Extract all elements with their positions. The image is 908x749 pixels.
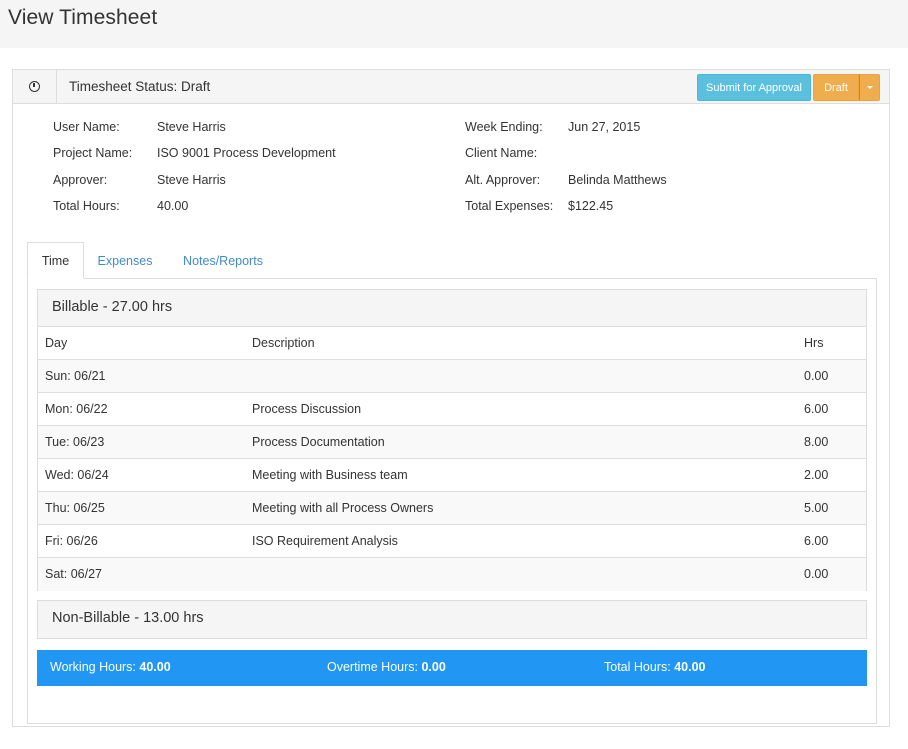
user-name-label: User Name: xyxy=(53,120,120,134)
total-hours-summary-value: 40.00 xyxy=(674,660,706,674)
total-hours-label: Total Hours: xyxy=(53,199,120,213)
column-header-hrs: Hrs xyxy=(804,336,824,350)
row-hrs: 5.00 xyxy=(804,501,829,515)
table-row: Sat: 06/27 0.00 xyxy=(38,558,866,591)
overtime-hours-summary: Overtime Hours: 0.00 xyxy=(327,660,446,674)
working-hours-label: Working Hours: xyxy=(50,660,136,674)
row-hrs: 6.00 xyxy=(804,534,829,548)
timesheet-status: Timesheet Status: Draft xyxy=(69,79,211,94)
tab-notes-reports[interactable]: Notes/Reports xyxy=(173,242,273,279)
column-header-day: Day xyxy=(45,336,68,350)
caret-down-icon xyxy=(866,86,873,89)
client-name-label: Client Name: xyxy=(465,146,538,160)
timesheet-panel: Timesheet Status: Draft Submit for Appro… xyxy=(12,69,890,727)
clock-icon xyxy=(29,81,40,92)
overtime-hours-value: 0.00 xyxy=(421,660,446,674)
non-billable-header[interactable]: Non-Billable - 13.00 hrs xyxy=(38,601,866,638)
total-expenses-label: Total Expenses: xyxy=(465,199,554,213)
user-name-value: Steve Harris xyxy=(157,120,226,134)
row-day: Tue: 06/23 xyxy=(45,435,105,449)
row-description: ISO Requirement Analysis xyxy=(252,534,398,548)
table-row: Thu: 06/25 Meeting with all Process Owne… xyxy=(38,492,866,525)
submit-for-approval-button[interactable]: Submit for Approval xyxy=(697,74,811,101)
status-bar: Timesheet Status: Draft Submit for Appro… xyxy=(13,70,889,104)
billable-title: Billable - 27.00 hrs xyxy=(52,299,173,315)
draft-dropdown-toggle[interactable] xyxy=(859,74,880,101)
week-ending-value: Jun 27, 2015 xyxy=(568,120,641,134)
working-hours-value: 40.00 xyxy=(139,660,171,674)
row-day: Sun: 06/21 xyxy=(45,369,106,383)
alt-approver-label: Alt. Approver: xyxy=(465,173,541,187)
tab-time[interactable]: Time xyxy=(27,242,84,279)
tab-expenses[interactable]: Expenses xyxy=(89,242,161,279)
total-hours-summary: Total Hours: 40.00 xyxy=(604,660,705,674)
row-description: Meeting with Business team xyxy=(252,468,408,482)
row-day: Wed: 06/24 xyxy=(45,468,109,482)
column-header-description: Description xyxy=(252,336,315,350)
row-description: Process Documentation xyxy=(252,435,385,449)
table-row: Tue: 06/23 Process Documentation 8.00 xyxy=(38,426,866,459)
total-hours-value: 40.00 xyxy=(157,199,189,213)
billable-header: Billable - 27.00 hrs xyxy=(38,290,866,327)
project-name-value: ISO 9001 Process Development xyxy=(157,146,336,160)
overtime-hours-label: Overtime Hours: xyxy=(327,660,418,674)
non-billable-section[interactable]: Non-Billable - 13.00 hrs xyxy=(37,600,867,639)
total-expenses-value: $122.45 xyxy=(568,199,614,213)
row-day: Sat: 06/27 xyxy=(45,567,102,581)
row-hrs: 8.00 xyxy=(804,435,829,449)
approver-label: Approver: xyxy=(53,173,108,187)
row-hrs: 6.00 xyxy=(804,402,829,416)
project-name-label: Project Name: xyxy=(53,146,133,160)
week-ending-label: Week Ending: xyxy=(465,120,543,134)
table-row: Sun: 06/21 0.00 xyxy=(38,360,866,393)
billable-section: Billable - 27.00 hrs Day Description Hrs… xyxy=(37,289,867,591)
working-hours-summary: Working Hours: 40.00 xyxy=(50,660,171,674)
approver-value: Steve Harris xyxy=(157,173,226,187)
row-day: Mon: 06/22 xyxy=(45,402,108,416)
table-header-row: Day Description Hrs xyxy=(38,327,866,360)
time-tab-pane: Billable - 27.00 hrs Day Description Hrs… xyxy=(27,278,877,724)
table-row: Fri: 06/26 ISO Requirement Analysis 6.00 xyxy=(38,525,866,558)
row-description: Process Discussion xyxy=(252,402,362,416)
row-day: Thu: 06/25 xyxy=(45,501,105,515)
non-billable-title: Non-Billable - 13.00 hrs xyxy=(52,610,204,626)
draft-button[interactable]: Draft xyxy=(813,74,859,101)
table-row: Wed: 06/24 Meeting with Business team 2.… xyxy=(38,459,866,492)
row-hrs: 0.00 xyxy=(804,369,829,383)
row-day: Fri: 06/26 xyxy=(45,534,98,548)
table-row: Mon: 06/22 Process Discussion 6.00 xyxy=(38,393,866,426)
total-hours-summary-label: Total Hours: xyxy=(604,660,671,674)
page-header: View Timesheet xyxy=(0,0,908,48)
row-description: Meeting with all Process Owners xyxy=(252,501,434,515)
row-hrs: 2.00 xyxy=(804,468,829,482)
alt-approver-value: Belinda Matthews xyxy=(568,173,667,187)
page-title: View Timesheet xyxy=(8,6,158,29)
row-hrs: 0.00 xyxy=(804,567,829,581)
hours-summary-bar: Working Hours: 40.00 Overtime Hours: 0.0… xyxy=(37,650,867,686)
clock-icon-cell xyxy=(13,70,57,103)
